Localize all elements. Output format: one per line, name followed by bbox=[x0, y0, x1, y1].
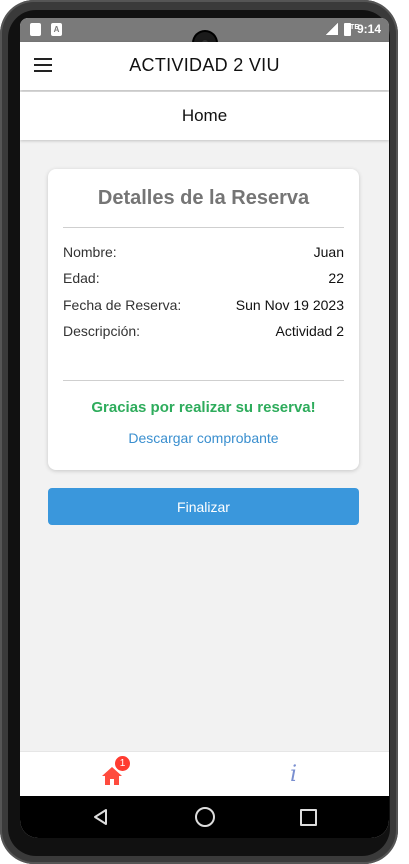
background-window-edge bbox=[398, 0, 409, 864]
detail-row-nombre: Nombre: Juan bbox=[63, 244, 344, 262]
detail-row-edad: Edad: 22 bbox=[63, 270, 344, 288]
detail-label: Nombre: bbox=[63, 244, 117, 260]
app-bar: ACTIVIDAD 2 VIU bbox=[20, 42, 389, 90]
notification-badge: 1 bbox=[115, 756, 130, 771]
recent-apps-icon[interactable] bbox=[300, 809, 317, 826]
card-divider-top bbox=[63, 227, 344, 228]
bottom-tab-bar: 1 i bbox=[20, 751, 389, 797]
detail-label: Descripción: bbox=[63, 323, 141, 339]
notification-icon bbox=[30, 23, 41, 36]
thanks-message: Gracias por realizar su reserva! bbox=[91, 399, 316, 416]
app-screen: A LTE 9:14 ACTIVIDAD 2 VIU Home Detalles… bbox=[20, 18, 389, 838]
back-icon[interactable] bbox=[92, 808, 110, 826]
tab-home[interactable]: 1 bbox=[100, 756, 130, 788]
reservation-details-card: Detalles de la Reserva Nombre: Juan Edad… bbox=[48, 169, 359, 470]
info-icon: i bbox=[290, 762, 298, 787]
status-icons-left: A bbox=[30, 23, 62, 36]
detail-row-fecha: Fecha de Reserva: Sun Nov 19 2023 bbox=[63, 297, 344, 315]
download-receipt-link[interactable]: Descargar comprobante bbox=[48, 430, 359, 446]
card-title: Detalles de la Reserva bbox=[97, 187, 310, 209]
detail-row-descripcion: Descripción: Actividad 2 bbox=[63, 323, 344, 341]
signal-icon bbox=[325, 23, 338, 35]
screen-title: Home bbox=[181, 106, 228, 125]
card-divider-bottom bbox=[63, 380, 344, 381]
detail-label: Edad: bbox=[63, 270, 100, 286]
android-navigation-bar bbox=[20, 796, 389, 838]
detail-value: Sun Nov 19 2023 bbox=[235, 297, 344, 313]
status-icons-right: LTE 9:14 bbox=[325, 22, 381, 36]
finish-button[interactable]: Finalizar bbox=[48, 488, 359, 525]
app-title: ACTIVIDAD 2 VIU bbox=[129, 55, 280, 75]
detail-label: Fecha de Reserva: bbox=[63, 297, 182, 313]
app-notification-icon: A bbox=[51, 23, 62, 36]
status-time: 9:14 bbox=[356, 22, 381, 36]
battery-icon bbox=[343, 22, 351, 36]
tab-info[interactable]: i bbox=[290, 762, 306, 787]
detail-value: Actividad 2 bbox=[275, 323, 344, 339]
home-button-icon[interactable] bbox=[195, 807, 215, 827]
detail-value: Juan bbox=[313, 244, 344, 260]
detail-value: 22 bbox=[328, 270, 344, 286]
screen-header: Home bbox=[20, 92, 389, 140]
